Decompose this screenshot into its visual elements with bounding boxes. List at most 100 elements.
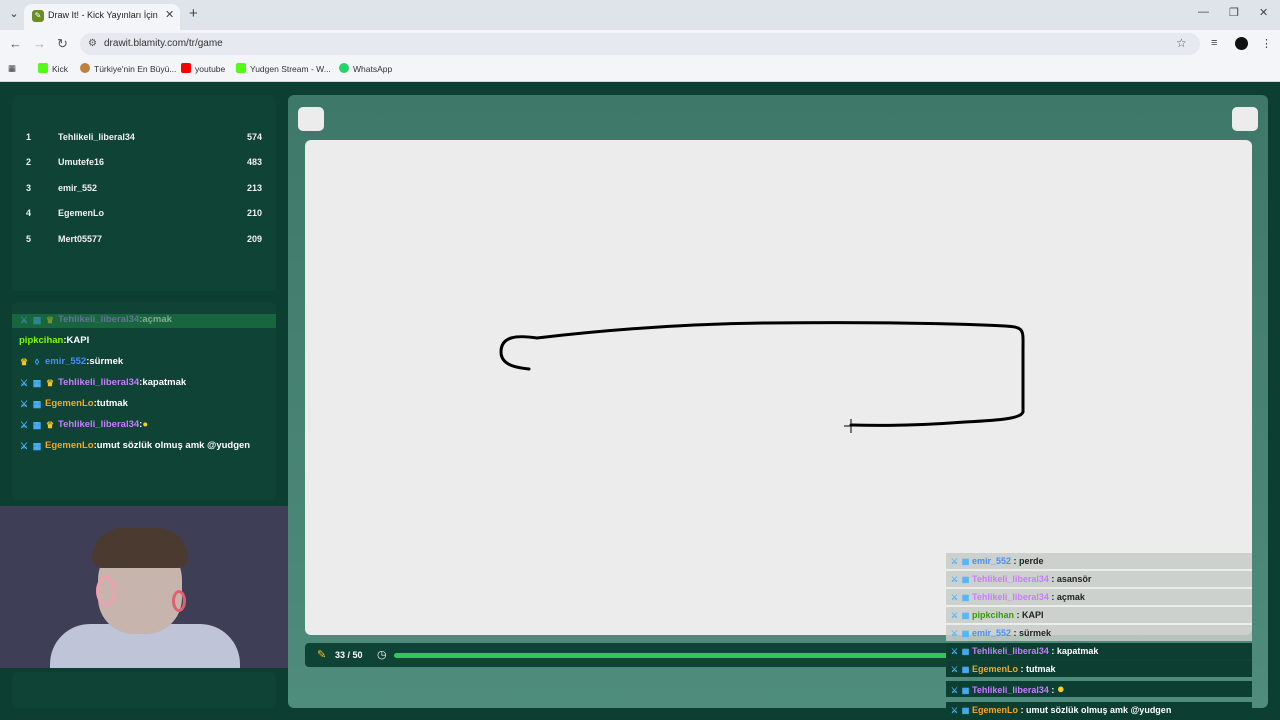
grid-badge-icon: ▦ — [961, 593, 970, 602]
player-score: 209 — [246, 234, 262, 244]
chat-username: pipkcihan — [19, 335, 64, 346]
bookmark-youtube[interactable]: youtube — [181, 63, 225, 74]
overlay-chat-username: EgemenLo — [972, 705, 1019, 715]
overlay-chat-username: Tehlikeli_liberal34 — [972, 574, 1049, 584]
bookmark-whatsapp[interactable]: WhatsApp — [339, 63, 392, 74]
chat-message: ⚔ ▦ EgemenLo:tutmak — [19, 398, 128, 409]
menu-icon[interactable]: ⋮ — [1261, 37, 1272, 50]
overlay-chat-username: emir_552 — [972, 556, 1012, 566]
webcam-person-hair — [92, 528, 188, 568]
bookmark-turkiye[interactable]: Türkiye'nin En Büyü... — [80, 63, 176, 74]
overlay-chat-text: kapatmak — [1056, 646, 1099, 656]
restore-icon[interactable]: ❐ — [1229, 6, 1239, 19]
browser-tab[interactable]: ✎ Draw It! - Kick Yayınları İçin Çiz ✕ — [24, 4, 180, 30]
overlay-chat-message: ⚔ ▦ EgemenLo : tutmak — [946, 661, 1252, 677]
right-tool-button[interactable] — [1232, 107, 1258, 131]
overlay-chat-text: perde — [1019, 556, 1044, 566]
rank: 2 — [26, 157, 32, 167]
headphone-icon — [96, 576, 116, 606]
overlay-chat-text: KAPI — [1022, 610, 1044, 620]
drawit-favicon-icon: ✎ — [32, 10, 44, 22]
tab-search-icon[interactable]: ⌄ — [6, 6, 22, 22]
chat-username: Tehlikeli_liberal34 — [58, 314, 140, 325]
leaderboard-row: 5 Mert05577 209 — [26, 234, 262, 250]
crosshair-cursor-icon — [844, 419, 858, 433]
stream-chat-overlay: ⚔ ▦ emir_552 : perde ⚔ ▦ Tehlikeli_liberal34 … — [946, 553, 1280, 720]
reload-icon[interactable]: ↻ — [57, 36, 68, 52]
grid-badge-icon: ▦ — [32, 378, 42, 388]
grid-badge-icon: ▦ — [32, 420, 42, 430]
close-window-icon[interactable]: ✕ — [1259, 6, 1268, 19]
sword-badge-icon: ⚔ — [950, 706, 959, 715]
apps-icon[interactable]: ▦ — [8, 63, 16, 74]
sword-badge-icon: ⚔ — [950, 593, 959, 602]
bottom-panel — [12, 672, 276, 708]
player-name: EgemenLo — [58, 208, 105, 218]
chat-username: EgemenLo — [45, 398, 94, 409]
forward-icon[interactable]: → — [33, 36, 46, 51]
separator: : — [1018, 664, 1027, 674]
minimize-icon[interactable]: — — [1198, 6, 1209, 18]
grid-badge-icon: ▦ — [32, 441, 42, 451]
bookmark-yudgen[interactable]: Yudgen Stream - W... — [236, 63, 331, 74]
overlay-chat-username: Tehlikeli_liberal34 — [972, 685, 1049, 695]
separator: : — [1011, 628, 1020, 638]
address-bar[interactable]: ⚙ drawit.blamity.com/tr/game — [80, 33, 1200, 55]
headphone-icon — [172, 590, 186, 612]
separator: : — [1048, 592, 1057, 602]
separator: : — [1048, 646, 1057, 656]
chat-text: tutmak — [96, 398, 128, 409]
whatsapp-icon — [339, 63, 349, 73]
bookmark-kick[interactable]: Kick — [38, 63, 68, 74]
leaderboard-row: 2 Umutefe16 483 — [26, 157, 262, 173]
bookmark-label: Türkiye'nin En Büyü... — [94, 64, 177, 74]
sword-badge-icon: ⚔ — [19, 399, 29, 409]
chat-message: ⚔ ▦ ♛ Tehlikeli_liberal34:açmak — [19, 314, 172, 325]
youtube-icon — [181, 63, 191, 73]
back-icon[interactable]: ← — [9, 36, 22, 51]
overlay-chat-username: EgemenLo — [972, 664, 1019, 674]
overlay-chat-username: emir_552 — [972, 628, 1012, 638]
left-tool-button[interactable] — [298, 107, 324, 131]
grid-badge-icon: ▦ — [961, 557, 970, 566]
grid-badge-icon: ▦ — [961, 647, 970, 656]
chat-message: ⚔ ▦ ♛ Tehlikeli_liberal34:● — [19, 419, 149, 430]
bookmark-label: Kick — [52, 64, 69, 74]
round-counter: 33 / 50 — [335, 650, 363, 660]
bookmark-label: Yudgen Stream - W... — [250, 64, 331, 74]
overlay-chat-message: ⚔ ▦ emir_552 : perde — [946, 553, 1252, 569]
timer-fill — [394, 653, 998, 658]
rank: 5 — [26, 234, 32, 244]
sword-badge-icon: ⚔ — [19, 315, 29, 325]
overlay-chat-message: ⚔ ▦ Tehlikeli_liberal34 : ● — [946, 681, 1252, 697]
site-icon — [80, 63, 90, 73]
overlay-chat-text: tutmak — [1026, 664, 1056, 674]
grid-badge-icon: ▦ — [961, 629, 970, 638]
new-tab-icon[interactable]: + — [189, 5, 198, 22]
tab-bar: ⌄ ✎ Draw It! - Kick Yayınları İçin Çiz ✕… — [0, 0, 1280, 30]
grid-badge-icon: ▦ — [32, 315, 42, 325]
separator: : — [1048, 685, 1057, 695]
rank: 4 — [26, 208, 32, 218]
side-chat: ⚔ ▦ ♛ Tehlikeli_liberal34:açmak pipkcihan:K… — [12, 302, 276, 500]
sword-badge-icon: ⚔ — [950, 575, 959, 584]
close-tab-icon[interactable]: ✕ — [165, 8, 174, 21]
site-info-icon[interactable]: ⚙ — [88, 38, 97, 49]
bookmark-star-icon[interactable]: ☆ — [1176, 36, 1187, 50]
separator: : — [1018, 705, 1027, 715]
overlay-chat-message: ⚔ ▦ pipkcihan : KAPI — [946, 607, 1252, 623]
sword-badge-icon: ⚔ — [950, 665, 959, 674]
chat-text: açmak — [142, 314, 172, 325]
sword-badge-icon: ⚔ — [19, 441, 29, 451]
tab-title: Draw It! - Kick Yayınları İçin Çiz — [48, 10, 160, 20]
emote-icon: ● — [142, 419, 149, 430]
crown-badge-icon: ♛ — [19, 357, 29, 367]
chat-text: kapatmak — [142, 377, 187, 388]
player-name: Umutefe16 — [58, 157, 105, 167]
media-icon[interactable]: ≡ — [1211, 37, 1217, 49]
grid-badge-icon: ▦ — [961, 665, 970, 674]
overlay-chat-username: Tehlikeli_liberal34 — [972, 646, 1049, 656]
chat-username: Tehlikeli_liberal34 — [58, 419, 140, 430]
profile-avatar[interactable] — [1235, 37, 1248, 50]
drawing-stroke — [499, 321, 1025, 427]
